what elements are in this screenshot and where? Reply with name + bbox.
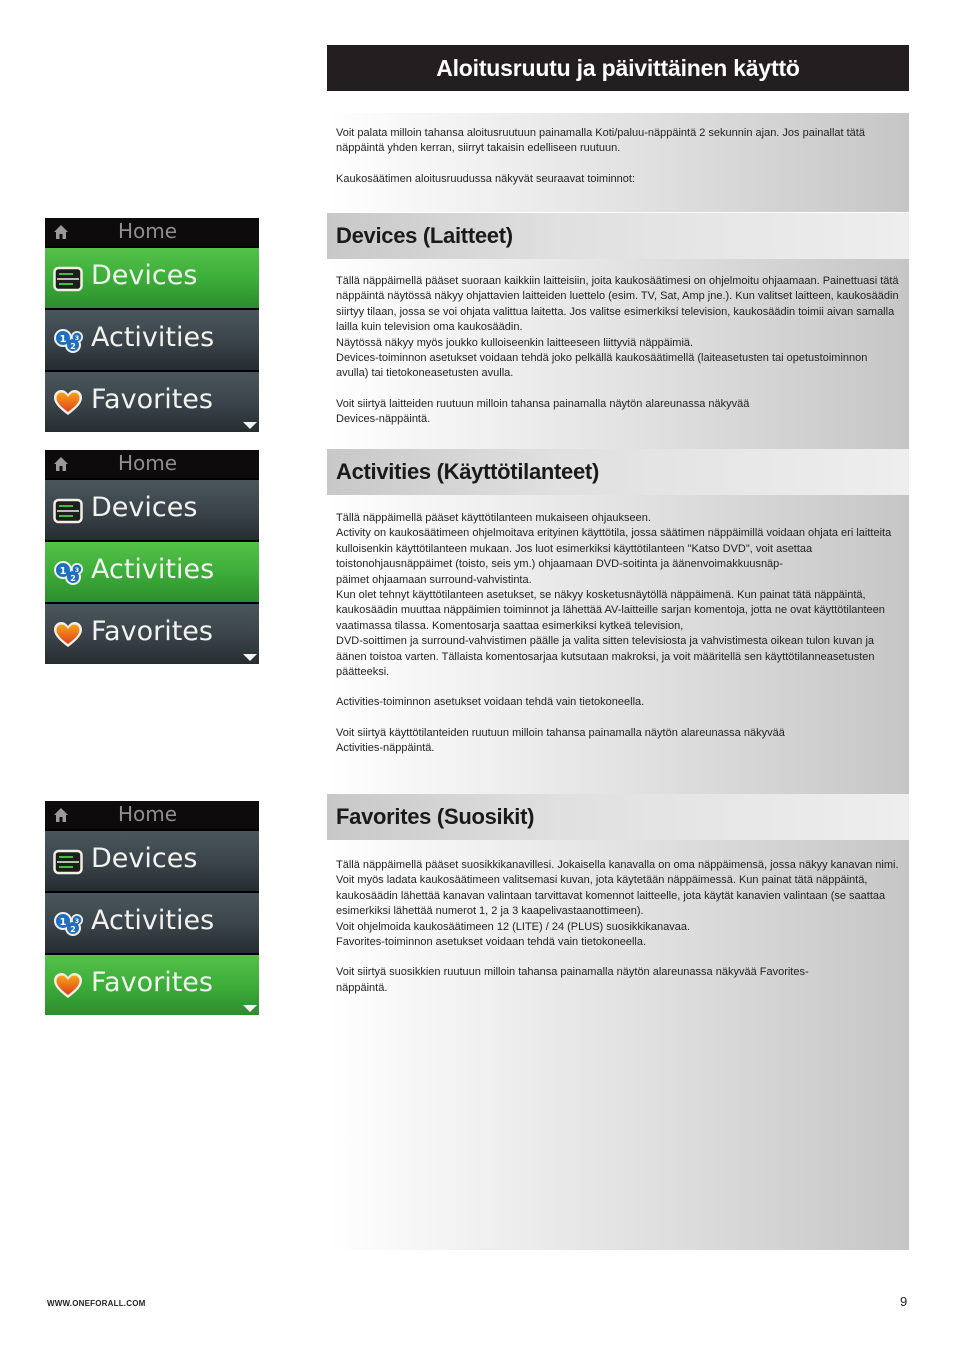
page-number: 9: [900, 1294, 908, 1309]
section-paragraph: Tällä näppäimellä pääset suoraan kaikkii…: [336, 275, 899, 380]
down-arrow-icon[interactable]: [243, 654, 257, 661]
section-paragraph: Voit siirtyä laitteiden ruutuun milloin …: [336, 397, 750, 426]
section-title: Devices (Laitteet): [336, 223, 513, 248]
section-body-activities: Tällä näppäimellä pääset käyttötilanteen…: [327, 495, 909, 794]
screen-header: Home: [45, 218, 259, 246]
devices-icon: [53, 265, 83, 293]
menu-item-label: Activities: [91, 905, 215, 936]
menu-item-label: Devices: [91, 260, 198, 291]
activities-icon: [53, 559, 83, 587]
down-arrow-icon[interactable]: [243, 1005, 257, 1012]
section-paragraph: Activities-toiminnon asetukset voidaan t…: [336, 696, 645, 709]
menu-item-label: Activities: [91, 322, 215, 353]
intro-paragraph: Voit palata milloin tahansa aloitusruutu…: [336, 127, 865, 155]
section-heading-activities: Activities (Käyttötilanteet): [327, 449, 909, 495]
intro-panel: Voit palata milloin tahansa aloitusruutu…: [327, 113, 909, 212]
menu-item-devices[interactable]: Devices: [45, 480, 259, 540]
menu-item-favorites[interactable]: Favorites: [45, 955, 259, 1015]
devices-icon: [53, 497, 83, 525]
menu-item-label: Devices: [91, 492, 198, 523]
menu-item-devices[interactable]: Devices: [45, 831, 259, 891]
menu-item-label: Favorites: [91, 616, 213, 647]
home-icon[interactable]: [53, 224, 69, 240]
section-heading-devices: Devices (Laitteet): [327, 213, 909, 259]
menu-item-devices[interactable]: Devices: [45, 248, 259, 308]
section-paragraph: Tällä näppäimellä pääset käyttötilanteen…: [336, 512, 892, 679]
screen-header: Home: [45, 801, 259, 829]
section-paragraph: Voit siirtyä käyttötilanteiden ruutuun m…: [336, 726, 785, 755]
home-icon[interactable]: [53, 807, 69, 823]
section-body-favorites: Tällä näppäimellä pääset suosikkikanavil…: [327, 840, 909, 1250]
footer-website-link[interactable]: WWW.ONEFORALL.COM: [47, 1299, 146, 1308]
section-body-devices: Tällä näppäimellä pääset suoraan kaikkii…: [327, 259, 909, 449]
remote-screen-activities-selected: Home Devices Activities Favorites: [45, 450, 259, 664]
screen-header-title: Home: [118, 451, 178, 475]
screen-header-title: Home: [118, 219, 178, 243]
page-title-bar: Aloitusruutu ja päivittäinen käyttö: [327, 45, 909, 91]
down-arrow-icon[interactable]: [243, 422, 257, 429]
section-paragraph: Voit siirtyä suosikkien ruutuun milloin …: [336, 966, 809, 994]
home-icon[interactable]: [53, 456, 69, 472]
menu-item-activities[interactable]: Activities: [45, 542, 259, 602]
favorites-heart-icon: [53, 621, 83, 649]
screen-header: Home: [45, 450, 259, 478]
menu-item-favorites[interactable]: Favorites: [45, 604, 259, 664]
menu-item-label: Favorites: [91, 967, 213, 998]
activities-icon: [53, 327, 83, 355]
favorites-heart-icon: [53, 972, 83, 1000]
remote-screen-favorites-selected: Home Devices Activities Favorites: [45, 801, 259, 1015]
menu-item-label: Favorites: [91, 384, 213, 415]
menu-item-label: Devices: [91, 843, 198, 874]
menu-item-favorites[interactable]: Favorites: [45, 372, 259, 432]
intro-paragraph: Kaukosäätimen aloitusruudussa näkyvät se…: [336, 172, 636, 185]
menu-item-activities[interactable]: Activities: [45, 893, 259, 953]
remote-screen-devices-selected: Home Devices Activities Favorites: [45, 218, 259, 432]
screen-header-title: Home: [118, 802, 178, 826]
section-paragraph: Tällä näppäimellä pääset suosikkikanavil…: [336, 859, 899, 949]
devices-icon: [53, 848, 83, 876]
section-title: Favorites (Suosikit): [336, 804, 535, 829]
activities-icon: [53, 910, 83, 938]
section-heading-favorites: Favorites (Suosikit): [327, 794, 909, 840]
menu-item-label: Activities: [91, 554, 215, 585]
menu-item-activities[interactable]: Activities: [45, 310, 259, 370]
page-title: Aloitusruutu ja päivittäinen käyttö: [436, 54, 800, 81]
favorites-heart-icon: [53, 389, 83, 417]
section-title: Activities (Käyttötilanteet): [336, 459, 599, 484]
